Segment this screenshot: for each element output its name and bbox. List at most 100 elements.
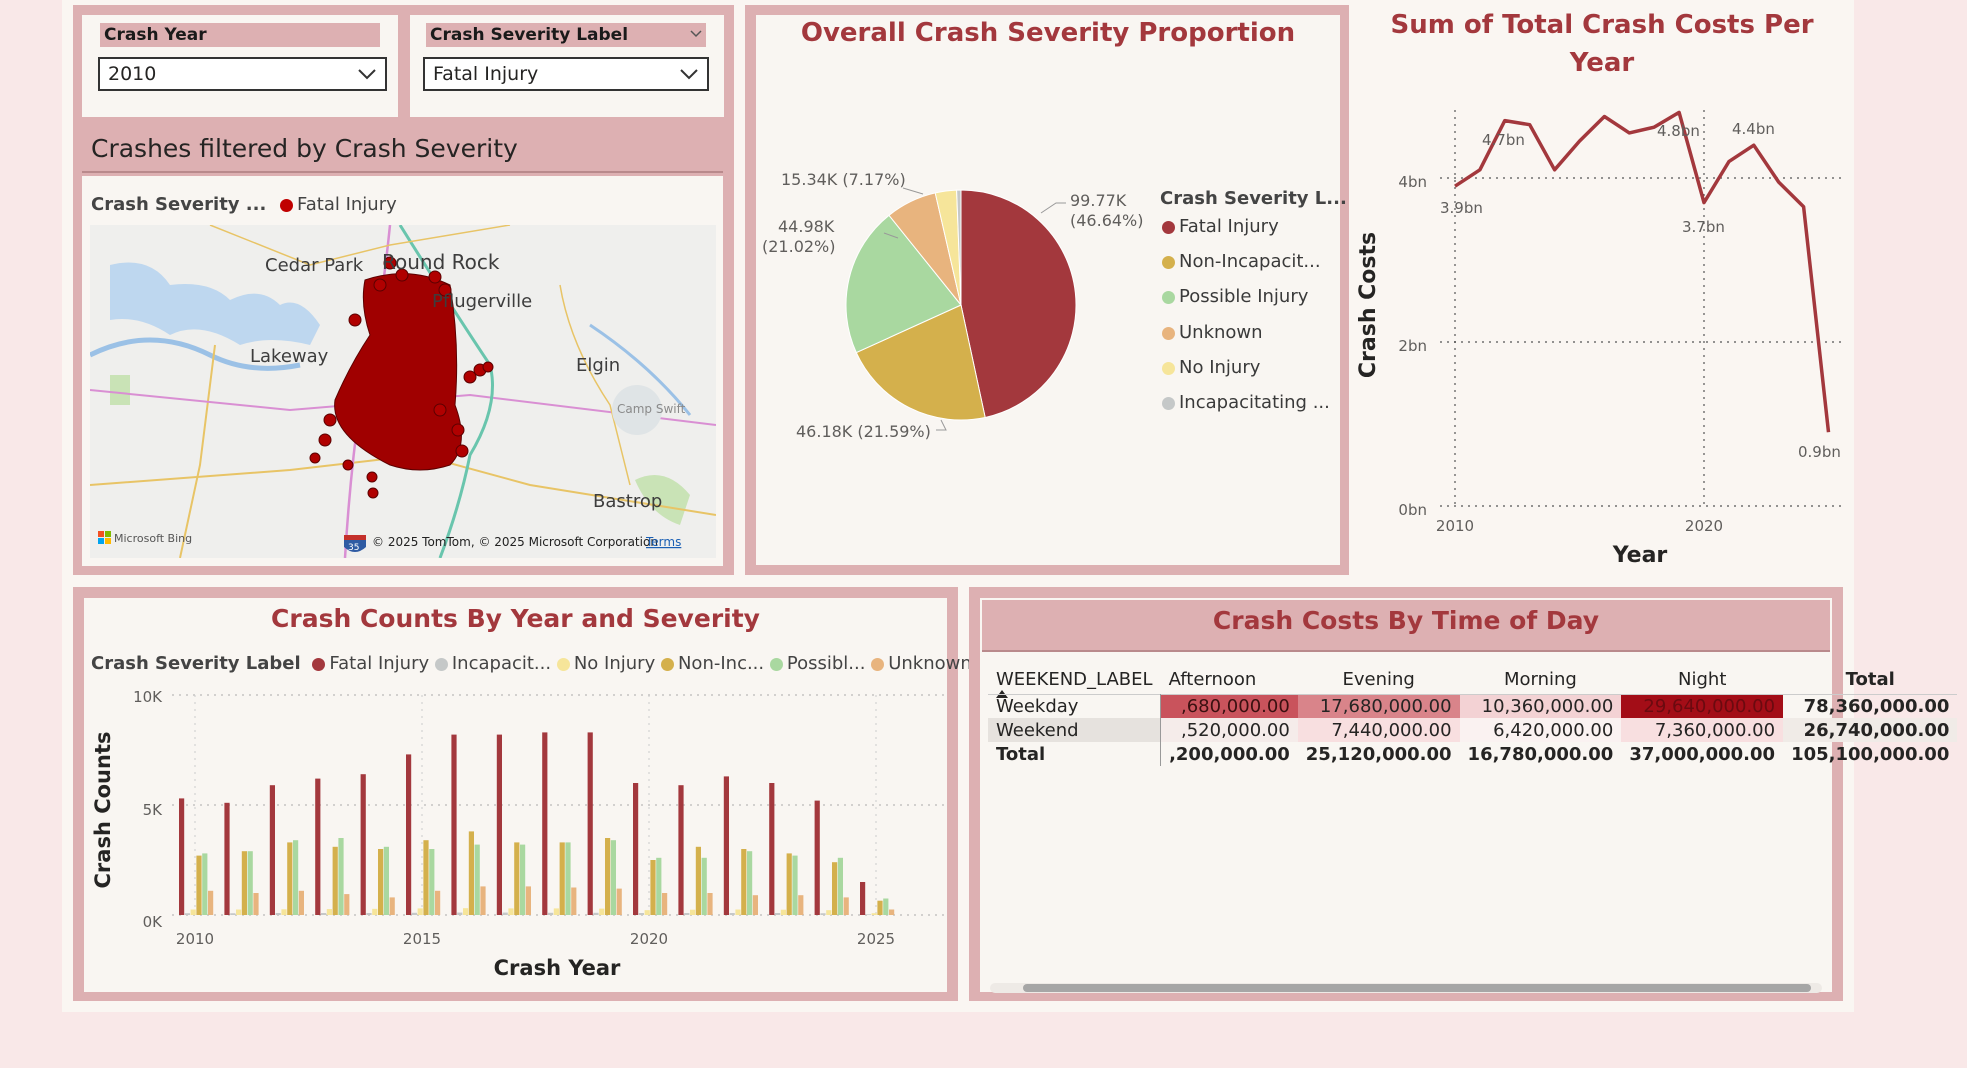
bar-unknown-2017[interactable] [525, 886, 531, 915]
line-chart[interactable]: Crash Costs Year 0bn 2bn 4bn 2010 2020 3… [1350, 90, 1850, 570]
table-row[interactable]: Weekend ,520,000.00 7,440,000.00 6,420,0… [988, 718, 1958, 742]
bar-fatal-injury-2019[interactable] [587, 732, 593, 915]
bar-unknown-2012[interactable] [298, 890, 304, 915]
matrix-col-header[interactable]: Afternoon [1161, 664, 1298, 694]
matrix-col-header[interactable]: Night [1621, 664, 1783, 694]
bar-possible-injury-2010[interactable] [202, 853, 208, 915]
bar-non-incapacitating-2010[interactable] [196, 855, 202, 915]
pie-legend-item[interactable]: No Injury [1162, 357, 1260, 378]
bar-fatal-injury-2020[interactable] [633, 783, 639, 915]
bar-legend-item[interactable]: Possibl... [769, 653, 865, 674]
bar-chart[interactable]: Crash Counts Crash Year 0K 5K 10K 2010 2… [84, 680, 947, 992]
bar-no-injury-2018[interactable] [553, 908, 559, 915]
bar-incapacitating-2018[interactable] [548, 912, 554, 915]
bar-non-incapacitating-2016[interactable] [468, 831, 474, 915]
bar-incapacitating-2020[interactable] [638, 913, 644, 915]
bar-fatal-injury-2024[interactable] [814, 800, 820, 915]
bar-no-injury-2024[interactable] [826, 910, 832, 915]
bar-possible-injury-2019[interactable] [610, 840, 616, 915]
bar-no-injury-2020[interactable] [644, 910, 650, 915]
bar-unknown-2014[interactable] [389, 897, 395, 915]
bar-incapacitating-2021[interactable] [684, 913, 690, 915]
bar-incapacitating-2017[interactable] [502, 912, 508, 915]
bar-fatal-injury-2012[interactable] [269, 785, 275, 915]
bar-no-injury-2016[interactable] [463, 908, 469, 915]
bar-incapacitating-2016[interactable] [457, 912, 463, 915]
pie-legend-item[interactable]: Possible Injury [1162, 286, 1308, 307]
pie-legend-item[interactable]: Non-Incapacit... [1162, 251, 1321, 272]
bar-fatal-injury-2016[interactable] [451, 734, 457, 915]
bar-non-incapacitating-2013[interactable] [332, 846, 338, 915]
bar-incapacitating-2011[interactable] [230, 913, 236, 915]
bar-possible-injury-2013[interactable] [338, 838, 344, 915]
bar-unknown-2020[interactable] [662, 893, 668, 915]
bar-possible-injury-2018[interactable] [565, 842, 571, 915]
bar-fatal-injury-2015[interactable] [406, 754, 412, 915]
bar-unknown-2011[interactable] [253, 893, 259, 915]
bar-possible-injury-2024[interactable] [837, 857, 843, 915]
bar-fatal-injury-2017[interactable] [496, 734, 502, 915]
bar-fatal-injury-2013[interactable] [315, 778, 321, 915]
bar-non-incapacitating-2021[interactable] [695, 846, 701, 915]
bar-non-incapacitating-2020[interactable] [650, 860, 656, 915]
bar-no-injury-2013[interactable] [326, 909, 332, 915]
matrix-col-header[interactable]: WEEKEND_LABEL [988, 664, 1161, 694]
bar-non-incapacitating-2024[interactable] [832, 862, 838, 915]
bar-non-incapacitating-2015[interactable] [423, 840, 429, 915]
bar-possible-injury-2016[interactable] [474, 844, 480, 915]
bar-no-injury-2017[interactable] [508, 908, 514, 915]
bar-no-injury-2011[interactable] [236, 909, 242, 916]
scrollbar-thumb[interactable] [1023, 984, 1811, 992]
bar-fatal-injury-2018[interactable] [542, 732, 548, 915]
bar-non-incapacitating-2019[interactable] [605, 838, 611, 915]
bar-non-incapacitating-2022[interactable] [741, 849, 747, 915]
bar-unknown-2024[interactable] [843, 897, 849, 915]
year-dropdown[interactable]: 2010 [98, 57, 387, 91]
bar-non-incapacitating-2023[interactable] [786, 853, 792, 915]
bar-no-injury-2025[interactable] [871, 913, 877, 915]
bar-non-incapacitating-2012[interactable] [287, 842, 293, 915]
pie-legend-item[interactable]: Fatal Injury [1162, 216, 1279, 237]
bar-non-incapacitating-2014[interactable] [378, 849, 384, 915]
bar-fatal-injury-2014[interactable] [360, 774, 366, 915]
bar-non-incapacitating-2018[interactable] [559, 842, 565, 915]
bar-possible-injury-2021[interactable] [701, 857, 707, 915]
bar-unknown-2010[interactable] [208, 890, 214, 915]
bar-no-injury-2012[interactable] [281, 909, 287, 915]
bar-unknown-2021[interactable] [707, 893, 713, 915]
bar-incapacitating-2010[interactable] [184, 913, 190, 915]
table-row-total[interactable]: Total ,200,000.00 25,120,000.00 16,780,0… [988, 742, 1957, 766]
bar-incapacitating-2014[interactable] [366, 913, 372, 915]
bar-unknown-2019[interactable] [616, 888, 622, 915]
bar-legend-item[interactable]: Incapacit... [434, 653, 551, 674]
bar-incapacitating-2025[interactable] [865, 914, 871, 915]
bar-unknown-2025[interactable] [889, 909, 895, 916]
bar-legend-item[interactable]: Non-Inc... [660, 653, 764, 674]
horizontal-scrollbar[interactable] [990, 983, 1822, 993]
bar-no-injury-2021[interactable] [690, 909, 696, 915]
bar-possible-injury-2023[interactable] [792, 855, 798, 915]
table-row[interactable]: Weekday ,680,000.00 17,680,000.00 10,360… [988, 694, 1957, 718]
bar-fatal-injury-2011[interactable] [224, 802, 230, 915]
bar-incapacitating-2019[interactable] [593, 912, 599, 915]
bar-no-injury-2010[interactable] [190, 909, 196, 916]
bar-incapacitating-2023[interactable] [775, 913, 781, 915]
bar-fatal-injury-2021[interactable] [678, 785, 684, 915]
bar-legend-item[interactable]: Fatal Injury [306, 653, 429, 674]
bar-possible-injury-2025[interactable] [883, 898, 889, 916]
bar-unknown-2022[interactable] [752, 895, 758, 915]
bar-incapacitating-2013[interactable] [321, 913, 327, 915]
bar-unknown-2018[interactable] [571, 887, 577, 916]
bar-incapacitating-2022[interactable] [729, 913, 735, 915]
bar-possible-injury-2020[interactable] [656, 857, 662, 915]
bar-non-incapacitating-2011[interactable] [241, 851, 247, 915]
bar-possible-injury-2015[interactable] [429, 849, 435, 915]
map[interactable]: Cedar Park Round Rock Pflugerville Lakew… [90, 225, 716, 558]
matrix-col-header[interactable]: Total [1783, 664, 1957, 694]
bar-no-injury-2022[interactable] [735, 909, 741, 916]
bar-incapacitating-2015[interactable] [411, 912, 417, 915]
bar-unknown-2016[interactable] [480, 886, 486, 915]
pie-legend-item[interactable]: Unknown [1162, 322, 1263, 343]
chevron-down-icon[interactable] [690, 30, 702, 38]
bar-non-incapacitating-2025[interactable] [877, 900, 883, 915]
